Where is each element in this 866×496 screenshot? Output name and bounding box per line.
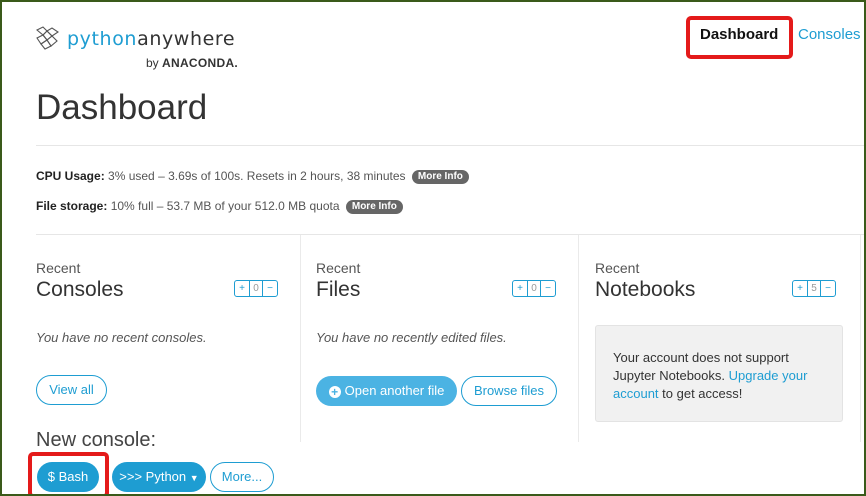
increment-button[interactable]: + (235, 281, 249, 296)
snake-logo-icon (36, 26, 59, 50)
panel-recent-label: Recent (595, 260, 640, 276)
column-divider (860, 235, 861, 442)
decrement-button[interactable]: − (541, 281, 555, 296)
open-another-file-button[interactable]: + Open another file (316, 376, 457, 406)
recent-notebooks-panel: Recent Notebooks + 5 − (595, 260, 845, 302)
count-value: 0 (249, 281, 263, 296)
recent-files-panel: Recent Files + 0 − You have no recently … (316, 260, 566, 345)
storage-more-info-button[interactable]: More Info (345, 200, 403, 214)
cpu-usage-text: 3% used – 3.69s of 100s. Resets in 2 hou… (108, 169, 406, 183)
decrement-button[interactable]: − (263, 281, 277, 296)
count-value: 0 (527, 281, 541, 296)
more-consoles-button[interactable]: More... (210, 462, 274, 492)
view-all-consoles-button[interactable]: View all (36, 375, 107, 405)
file-storage-text: 10% full – 53.7 MB of your 512.0 MB quot… (110, 199, 340, 213)
brand-wordmark: pythonanywhere (67, 28, 236, 50)
increment-button[interactable]: + (513, 281, 527, 296)
files-count-stepper: + 0 − (512, 280, 556, 297)
cpu-usage-label: CPU Usage: (36, 169, 105, 183)
increment-button[interactable]: + (793, 281, 807, 296)
panel-recent-label: Recent (36, 260, 81, 276)
open-another-file-label: Open another file (344, 383, 445, 398)
decrement-button[interactable]: − (821, 281, 835, 296)
browse-files-button[interactable]: Browse files (461, 376, 557, 406)
file-storage-line: File storage: 10% full – 53.7 MB of your… (36, 199, 403, 214)
column-divider (300, 235, 301, 442)
nav-consoles-link[interactable]: Consoles (798, 26, 861, 43)
page-frame: pythonanywhere by ANACONDA. Dashboard Co… (0, 0, 866, 496)
column-divider (578, 235, 579, 442)
dashboard-highlight-box (686, 16, 793, 59)
recent-consoles-panel: Recent Consoles + 0 − You have no recent… (36, 260, 288, 345)
python-console-label: >>> Python (119, 469, 187, 484)
divider (36, 145, 864, 146)
divider (36, 234, 864, 235)
python-console-dropdown[interactable]: >>> Python ▼ (112, 462, 206, 492)
notebooks-count-stepper: + 5 − (792, 280, 836, 297)
caret-down-icon: ▼ (189, 473, 199, 483)
page-title: Dashboard (36, 88, 208, 127)
empty-message: You have no recent consoles. (36, 330, 207, 345)
bash-highlight-box (28, 452, 109, 494)
new-console-heading: New console: (36, 429, 157, 451)
cpu-more-info-button[interactable]: More Info (411, 170, 469, 184)
consoles-count-stepper: + 0 − (234, 280, 278, 297)
file-storage-label: File storage: (36, 199, 108, 213)
cpu-usage-line: CPU Usage: 3% used – 3.69s of 100s. Rese… (36, 169, 469, 184)
notebooks-unsupported-message: Your account does not support Jupyter No… (595, 325, 843, 422)
plus-icon: + (328, 386, 341, 398)
panel-recent-label: Recent (316, 260, 361, 276)
count-value: 5 (807, 281, 821, 296)
brand-byline: by ANACONDA. (146, 56, 239, 70)
empty-message: You have no recently edited files. (316, 330, 507, 345)
